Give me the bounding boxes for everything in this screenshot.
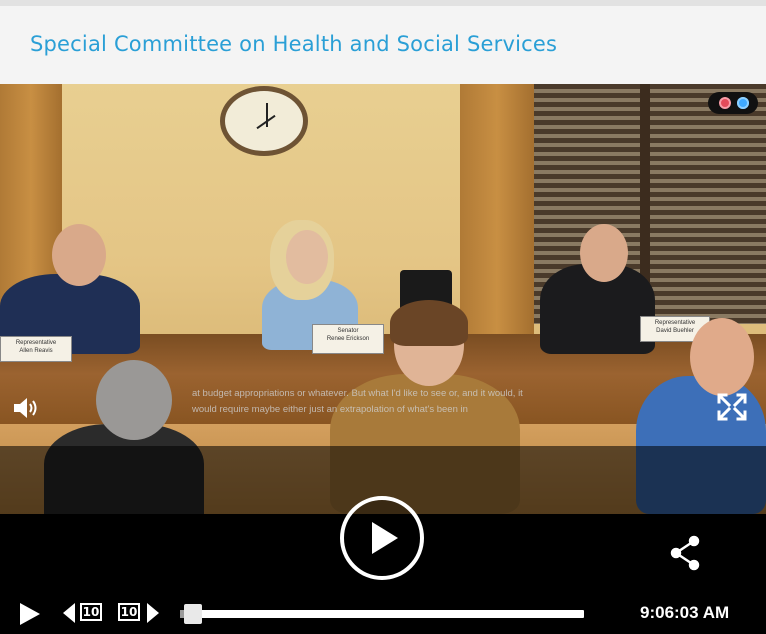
nameplate-role: Senator xyxy=(337,328,359,334)
nameplate-name: Allen Reavis xyxy=(19,348,53,354)
video-scene-pillar xyxy=(460,84,534,374)
stream-dot-icon xyxy=(737,97,749,109)
skip-back-button[interactable]: 10 xyxy=(62,601,108,625)
page-header: Special Committee on Health and Social S… xyxy=(0,0,766,84)
nameplate-name: Renee Erickson xyxy=(326,336,370,342)
nameplate-center: Senator Renee Erickson xyxy=(312,324,384,354)
record-dot-icon xyxy=(717,95,733,111)
person-left-head xyxy=(52,224,106,286)
nameplate-role: Representative xyxy=(15,340,57,346)
volume-icon xyxy=(14,398,37,418)
video-frame[interactable]: Representative Allen Reavis Senator Rene… xyxy=(0,84,766,514)
skip-forward-icon xyxy=(147,603,159,623)
progress-handle[interactable] xyxy=(184,604,203,624)
skip-forward-seconds: 10 xyxy=(118,603,140,621)
big-play-button[interactable] xyxy=(340,496,424,580)
video-player-page: Special Committee on Health and Social S… xyxy=(0,0,766,634)
person-front-right-head xyxy=(690,318,754,396)
skip-forward-button[interactable]: 10 xyxy=(118,601,164,625)
nameplate-role: Representative xyxy=(654,320,696,326)
closed-caption: at budget appropriations or whatever. Bu… xyxy=(192,386,592,418)
share-icon xyxy=(670,535,700,571)
current-time: 9:06:03 AM xyxy=(640,603,730,622)
nameplate-left: Representative Allen Reavis xyxy=(0,336,72,362)
volume-button[interactable] xyxy=(12,396,42,420)
page-title: Special Committee on Health and Social S… xyxy=(30,32,558,56)
play-icon xyxy=(372,522,398,554)
fullscreen-button[interactable] xyxy=(716,392,748,422)
skip-back-icon xyxy=(63,603,75,623)
fullscreen-icon xyxy=(717,393,747,421)
play-button[interactable] xyxy=(18,602,42,626)
caption-line: would require maybe either just an extra… xyxy=(192,404,468,415)
person-center-face xyxy=(286,230,328,284)
caption-line: at budget appropriations or whatever. Bu… xyxy=(192,388,523,399)
share-button[interactable] xyxy=(670,535,702,571)
person-right-head xyxy=(580,224,628,282)
person-front-center-hair xyxy=(390,300,468,346)
progress-bar[interactable] xyxy=(180,610,584,618)
live-badge xyxy=(708,92,758,114)
clock-icon xyxy=(220,86,308,156)
play-icon xyxy=(20,603,40,625)
person-front-left-head xyxy=(96,360,172,440)
skip-back-seconds: 10 xyxy=(80,603,102,621)
